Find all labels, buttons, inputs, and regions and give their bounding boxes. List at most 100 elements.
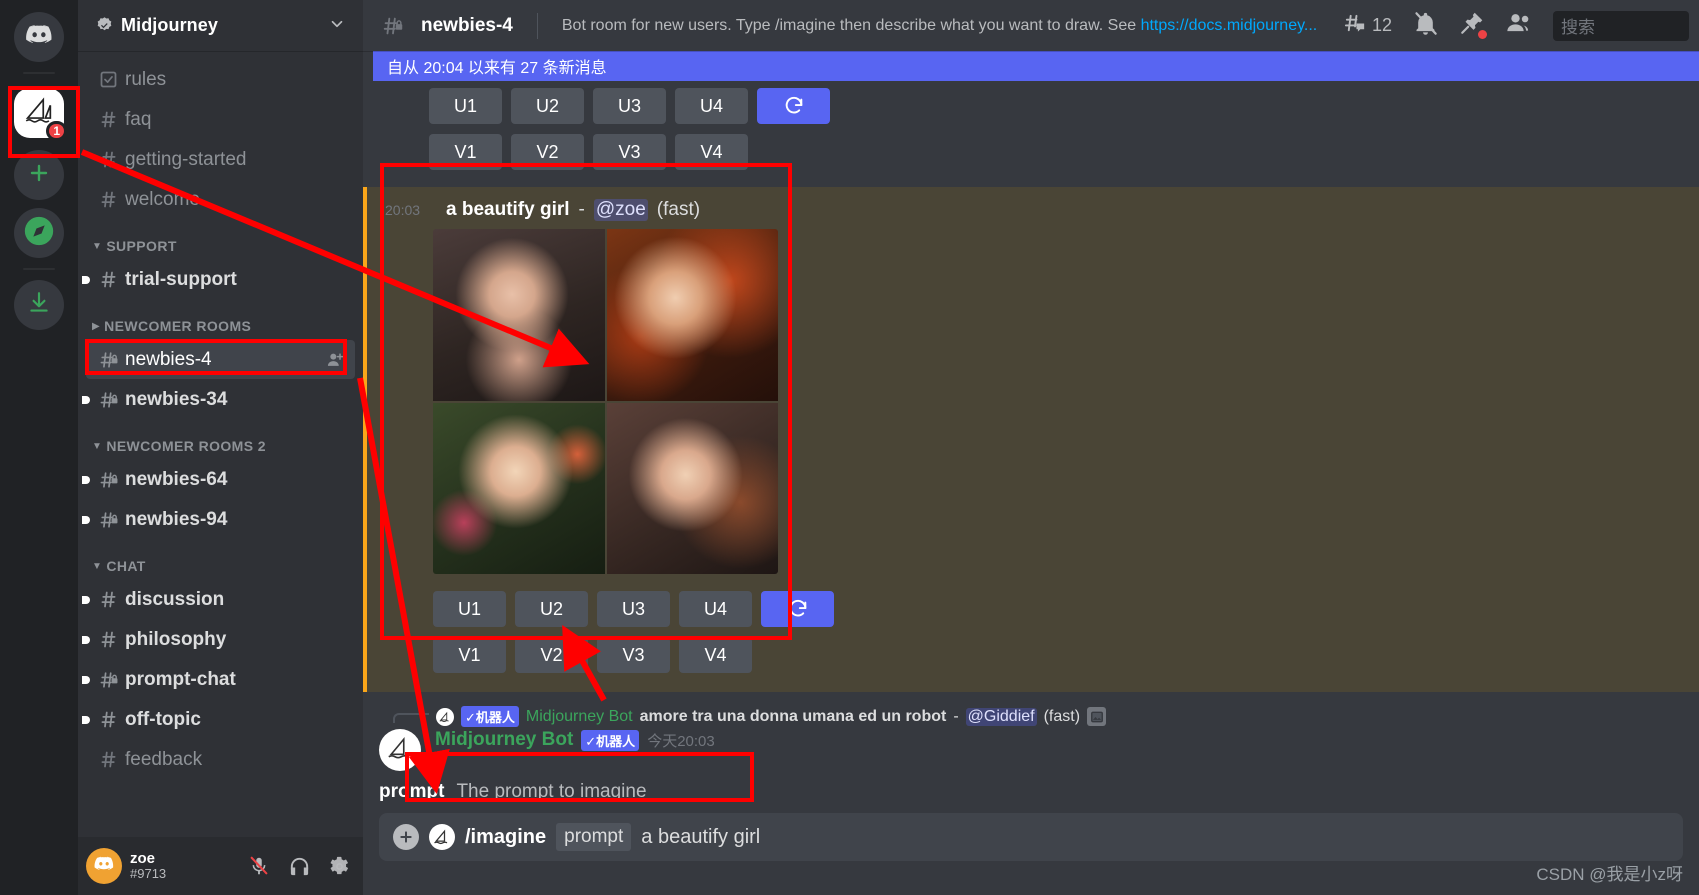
threads-button[interactable]: 12 (1337, 11, 1398, 41)
upscale-button-u3[interactable]: U3 (593, 88, 666, 124)
channel-topic-link[interactable]: https://docs.midjourney... (1141, 17, 1318, 34)
channel-list: rules faq getting-started welcome ▼ SUPP… (78, 51, 363, 837)
variation-button-v2[interactable]: V2 (515, 637, 588, 673)
grid-cell-3[interactable] (433, 402, 605, 574)
unread-messages-banner[interactable]: 自从 20:04 以来有 27 条新消息 (373, 51, 1699, 81)
upscale-button-u4[interactable]: U4 (679, 591, 752, 627)
category-newcomer-rooms-2[interactable]: ▼ NEWCOMER ROOMS 2 (78, 420, 363, 459)
channel-item-feedback[interactable]: feedback (86, 740, 355, 779)
bot-name[interactable]: Midjourney Bot (435, 729, 573, 751)
message-mention[interactable]: @zoe (593, 199, 648, 221)
category-chat[interactable]: ▼ CHAT (78, 540, 363, 579)
reply-context-row[interactable]: ✓机器人 Midjourney Bot amore tra una donna … (363, 706, 1699, 727)
page-title: newbies-4 (421, 14, 513, 36)
message-input[interactable]: /imagine prompt a beautify girl (379, 813, 1683, 861)
chevron-down-icon[interactable] (328, 15, 346, 37)
category-newcomer-rooms[interactable]: ▶ NEWCOMER ROOMS (78, 300, 363, 339)
reply-context[interactable]: ✓机器人 Midjourney Bot amore tra una donna … (363, 706, 1699, 727)
pinned-messages-button[interactable] (1453, 10, 1491, 41)
midjourney-server-tile[interactable]: 1 (14, 88, 67, 141)
discord-avatar-icon (93, 853, 115, 880)
hash-icon (98, 709, 125, 730)
add-server-button[interactable] (14, 150, 64, 200)
variation-button-v3[interactable]: V3 (597, 637, 670, 673)
gear-icon[interactable] (323, 850, 355, 882)
channel-item-newbies-4[interactable]: newbies-4 (86, 340, 355, 379)
plus-circle-icon[interactable] (393, 824, 419, 850)
explore-servers-button[interactable] (14, 208, 64, 258)
hash-icon (98, 589, 125, 610)
server-home-button[interactable] (14, 12, 64, 62)
threads-icon (1343, 11, 1368, 41)
guild-header[interactable]: Midjourney (78, 0, 363, 51)
channel-label: philosophy (125, 628, 227, 650)
variation-button-v1[interactable]: V1 (429, 134, 502, 170)
channel-item-newbies-94[interactable]: newbies-94 (82, 500, 355, 539)
channel-item-newbies-64[interactable]: newbies-64 (82, 460, 355, 499)
unread-indicator (82, 475, 90, 484)
upscale-button-u4[interactable]: U4 (675, 88, 748, 124)
command-message: Midjourney Bot ✓机器人 今天20:03 (363, 729, 1699, 771)
category-support[interactable]: ▼ SUPPORT (78, 220, 363, 259)
category-label: SUPPORT (106, 238, 177, 254)
upscale-button-u1[interactable]: U1 (433, 591, 506, 627)
sailboat-icon (385, 733, 415, 768)
variation-button-v4[interactable]: V4 (675, 134, 748, 170)
image-grid[interactable] (433, 229, 778, 574)
main-panel: newbies-4 Bot room for new users. Type /… (363, 0, 1699, 895)
reply-mention[interactable]: @Giddief (965, 707, 1037, 726)
reroll-button-top[interactable] (757, 88, 830, 124)
reply-mode: (fast) (1043, 707, 1081, 725)
message-timestamp: 今天20:03 (647, 732, 715, 750)
channel-label: discussion (125, 588, 225, 610)
member-list-button[interactable] (1499, 9, 1539, 42)
channel-item-newbies-34[interactable]: newbies-34 (82, 380, 355, 419)
avatar[interactable] (379, 729, 421, 771)
channel-item-faq[interactable]: faq (86, 100, 355, 139)
chevron-down-icon: ▼ (92, 560, 103, 572)
variation-button-v3[interactable]: V3 (593, 134, 666, 170)
channel-item-rules[interactable]: rules (86, 60, 355, 99)
reroll-button[interactable] (761, 591, 834, 627)
chevron-down-icon: ▼ (92, 440, 103, 452)
command-param-value[interactable]: a beautify girl (641, 826, 760, 849)
channel-item-discussion[interactable]: discussion (82, 580, 355, 619)
headphones-icon[interactable] (283, 850, 315, 882)
chevron-right-icon: ▶ (92, 320, 101, 332)
variation-button-v1[interactable]: V1 (433, 637, 506, 673)
reply-bot-name[interactable]: Midjourney Bot (526, 708, 633, 726)
channel-item-philosophy[interactable]: philosophy (82, 620, 355, 659)
channel-item-getting-started[interactable]: getting-started (86, 140, 355, 179)
channel-label: newbies-94 (125, 508, 228, 530)
upscale-button-u2[interactable]: U2 (511, 88, 584, 124)
grid-cell-2[interactable] (606, 229, 778, 401)
channel-label: newbies-64 (125, 468, 228, 490)
grid-cell-4[interactable] (606, 402, 778, 574)
rules-icon (98, 69, 125, 90)
channel-label: prompt-chat (125, 668, 236, 690)
channel-item-off-topic[interactable]: off-topic (82, 700, 355, 739)
channel-label: getting-started (125, 148, 247, 170)
message-header: 20:03 a beautify girl - @zoe (fast) (367, 199, 1699, 221)
reply-message-text: amore tra una donna umana ed un robot (639, 707, 947, 725)
server-item-midjourney[interactable]: 1 (10, 84, 68, 142)
avatar[interactable] (86, 848, 122, 884)
upscale-button-u3[interactable]: U3 (597, 591, 670, 627)
channel-item-prompt-chat[interactable]: prompt-chat (82, 660, 355, 699)
compass-icon (22, 214, 56, 253)
upscale-button-u2[interactable]: U2 (515, 591, 588, 627)
mic-muted-icon[interactable] (243, 850, 275, 882)
search-input[interactable]: 搜索 (1553, 10, 1689, 41)
channel-item-trial-support[interactable]: trial-support (82, 260, 355, 299)
download-apps-button[interactable] (14, 280, 64, 330)
grid-cell-1[interactable] (433, 229, 605, 401)
variation-button-row: V1 V2 V3 V4 (433, 632, 1699, 678)
upscale-button-u1[interactable]: U1 (429, 88, 502, 124)
variation-button-v4[interactable]: V4 (679, 637, 752, 673)
notifications-button[interactable] (1406, 10, 1445, 42)
channel-item-welcome[interactable]: welcome (86, 180, 355, 219)
add-member-icon[interactable] (325, 350, 345, 370)
variation-button-v2[interactable]: V2 (511, 134, 584, 170)
channel-label: feedback (125, 748, 203, 770)
command-param-chip[interactable]: prompt (556, 823, 632, 851)
